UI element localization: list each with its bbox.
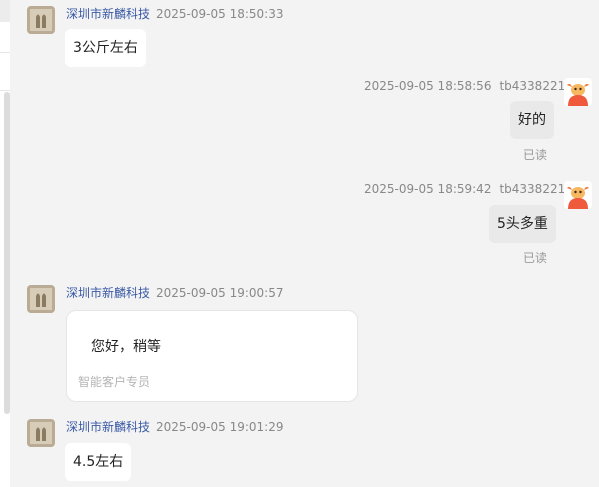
message-meta: 深圳市新麟科技 2025-09-05 18:50:33 (66, 7, 283, 21)
left-panel-edge (0, 0, 10, 487)
shop-logo-icon (27, 285, 55, 313)
chat-message-list[interactable]: 深圳市新麟科技 2025-09-05 18:50:33 3公斤左右 2025-09… (10, 0, 599, 487)
shop-name[interactable]: 深圳市新麟科技 (66, 7, 150, 21)
shop-name[interactable]: 深圳市新麟科技 (66, 286, 150, 300)
message-meta: 深圳市新麟科技 2025-09-05 19:00:57 (66, 286, 283, 300)
message-time: 2025-09-05 18:50:33 (156, 7, 284, 21)
cartoon-cow-icon (564, 181, 592, 209)
message-meta: 2025-09-05 18:58:56 tb433822147 (364, 79, 581, 93)
message-text: 您好，稍等 (91, 339, 161, 355)
buyer-avatar[interactable] (564, 181, 592, 209)
message-bubble[interactable]: 好的 (510, 101, 554, 139)
buyer-avatar[interactable] (564, 78, 592, 106)
seller-avatar[interactable] (27, 419, 55, 447)
cartoon-cow-icon (564, 78, 592, 106)
message-time: 2025-09-05 19:01:29 (156, 420, 284, 434)
shop-name[interactable]: 深圳市新麟科技 (66, 420, 150, 434)
divider (0, 90, 10, 91)
message-bubble[interactable]: 3公斤左右 (65, 29, 146, 67)
message-meta: 2025-09-05 18:59:42 tb433822147 (364, 182, 581, 196)
agent-tag: 智能客户专员 (78, 375, 151, 389)
message-time: 2025-09-05 18:59:42 (364, 182, 492, 196)
message-time: 2025-09-05 19:00:57 (156, 286, 284, 300)
left-panel-header (0, 0, 10, 22)
message-bubble[interactable]: 5头多重 (489, 205, 556, 243)
shop-logo-icon (27, 419, 55, 447)
seller-avatar[interactable] (27, 285, 55, 313)
shop-logo-icon (27, 6, 55, 34)
message-bubble[interactable]: 4.5左右 (65, 443, 132, 481)
read-status: 已读 (523, 148, 548, 162)
seller-avatar[interactable] (27, 6, 55, 34)
message-card[interactable]: 您好，稍等 智能客户专员 (66, 310, 358, 402)
message-time: 2025-09-05 18:58:56 (364, 79, 492, 93)
divider (0, 52, 10, 53)
read-status: 已读 (523, 251, 548, 265)
message-meta: 深圳市新麟科技 2025-09-05 19:01:29 (66, 420, 283, 434)
